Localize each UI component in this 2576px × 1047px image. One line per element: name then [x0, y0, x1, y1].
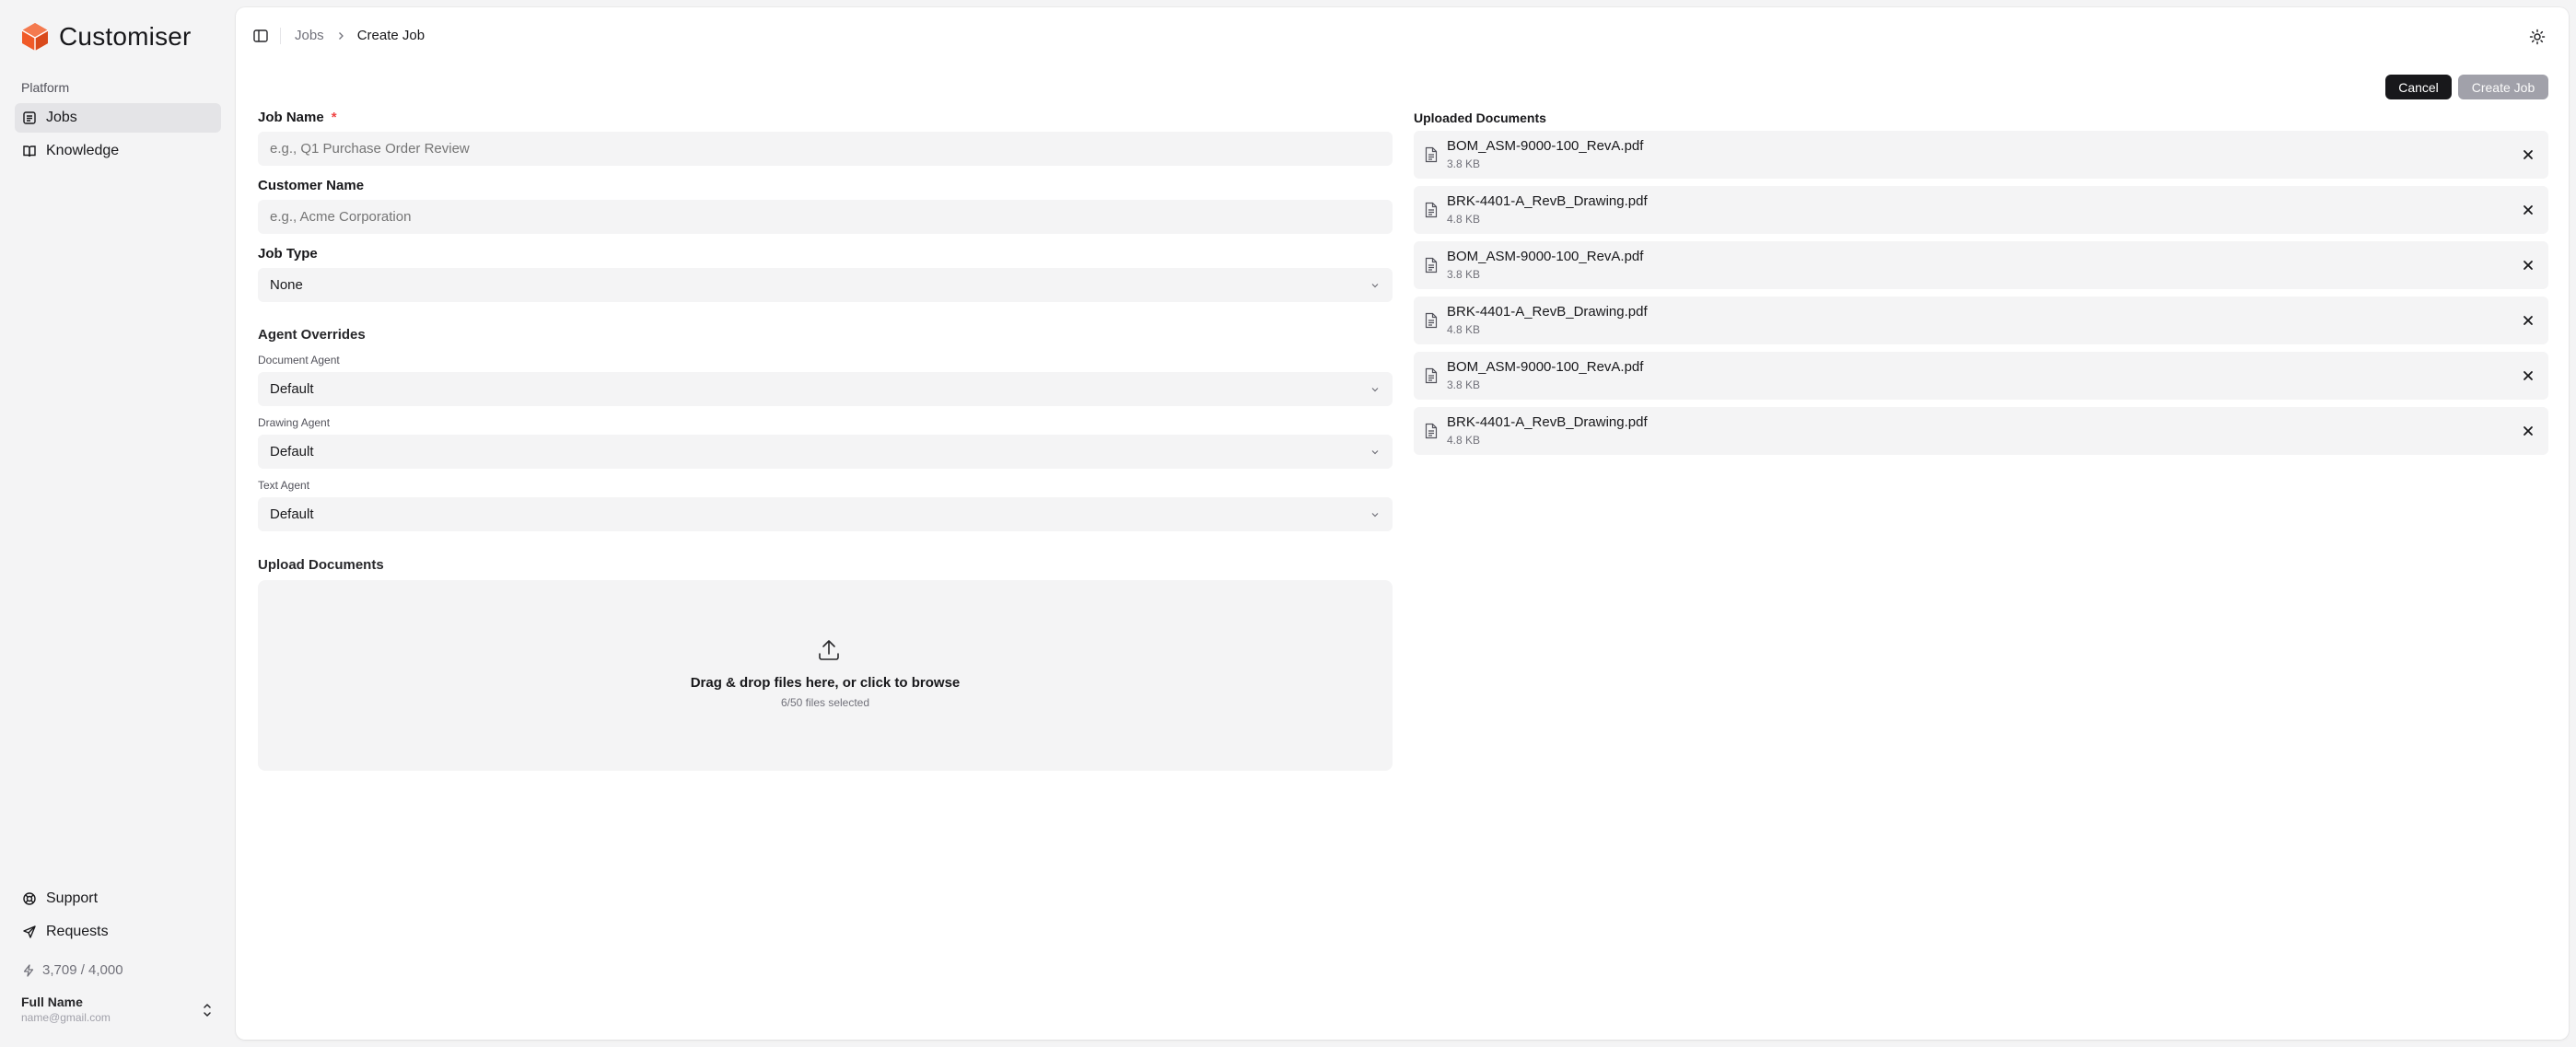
- brand[interactable]: Customiser: [20, 22, 192, 52]
- uploaded-documents-title: Uploaded Documents: [1414, 111, 1546, 125]
- file-size: 3.8 KB: [1447, 378, 1481, 391]
- create-job-button[interactable]: Create Job: [2458, 75, 2548, 99]
- upload-prompt: Drag & drop files here, or click to brow…: [690, 675, 961, 691]
- file-name: BRK-4401-A_RevB_Drawing.pdf: [1447, 304, 1648, 320]
- file-size: 4.8 KB: [1447, 213, 1481, 226]
- sidebar-item-knowledge[interactable]: Knowledge: [15, 136, 221, 166]
- job-type-select[interactable]: None: [258, 268, 1393, 302]
- sun-icon[interactable]: [2528, 28, 2547, 46]
- lifebuoy-icon: [23, 892, 36, 905]
- uploaded-file-item: BOM_ASM-9000-100_RevA.pdf 3.8 KB: [1414, 241, 2548, 289]
- book-icon: [23, 145, 36, 157]
- close-icon[interactable]: [2521, 203, 2535, 217]
- sidebar-item-label: Requests: [46, 924, 109, 939]
- chevron-down-icon: [1371, 513, 1379, 518]
- text-agent-select[interactable]: Default: [258, 497, 1393, 531]
- file-name: BOM_ASM-9000-100_RevA.pdf: [1447, 138, 1644, 154]
- list-icon: [23, 111, 36, 124]
- send-icon: [23, 925, 36, 938]
- chevron-down-icon: [1371, 450, 1379, 455]
- close-icon[interactable]: [2521, 147, 2535, 162]
- file-icon: [1425, 257, 1438, 273]
- file-size: 3.8 KB: [1447, 157, 1481, 170]
- agent-overrides-title: Agent Overrides: [258, 327, 366, 343]
- uploaded-file-item: BOM_ASM-9000-100_RevA.pdf 3.8 KB: [1414, 131, 2548, 179]
- file-name: BRK-4401-A_RevB_Drawing.pdf: [1447, 414, 1648, 430]
- sidebar-item-label: Support: [46, 890, 99, 906]
- job-name-input[interactable]: [258, 132, 1393, 166]
- customer-name-label: Customer Name: [258, 178, 365, 193]
- chevrons-up-down-icon[interactable]: [200, 1002, 215, 1018]
- document-agent-select[interactable]: Default: [258, 372, 1393, 406]
- drawing-agent-value: Default: [270, 444, 314, 460]
- divider: [280, 28, 281, 44]
- app-name: Customiser: [59, 22, 192, 51]
- text-agent-label: Text Agent: [258, 479, 310, 492]
- file-size: 4.8 KB: [1447, 434, 1481, 447]
- upload-documents-title: Upload Documents: [258, 557, 384, 573]
- breadcrumb-current: Create Job: [356, 28, 425, 43]
- sidebar: Customiser Platform Jobs Knowledge Suppo…: [0, 0, 236, 1047]
- required-marker: *: [331, 110, 337, 125]
- uploaded-file-item: BRK-4401-A_RevB_Drawing.pdf 4.8 KB: [1414, 297, 2548, 344]
- file-icon: [1425, 423, 1438, 439]
- document-agent-value: Default: [270, 381, 314, 397]
- lightning-icon: [23, 963, 34, 977]
- job-type-value: None: [270, 277, 303, 293]
- close-icon[interactable]: [2521, 368, 2535, 383]
- file-icon: [1425, 146, 1438, 163]
- job-name-label: Job Name *: [258, 110, 337, 125]
- customer-name-input[interactable]: [258, 200, 1393, 234]
- file-icon: [1425, 202, 1438, 218]
- drawing-agent-select[interactable]: Default: [258, 435, 1393, 469]
- job-type-label: Job Type: [258, 246, 318, 262]
- sidebar-item-label: Knowledge: [46, 143, 120, 158]
- sidebar-toggle-icon[interactable]: [252, 28, 269, 44]
- file-size: 4.8 KB: [1447, 323, 1481, 336]
- brand-logo-icon: [21, 23, 49, 51]
- file-name: BOM_ASM-9000-100_RevA.pdf: [1447, 359, 1644, 375]
- main-panel: Jobs Create Job Cancel Create Job Job Na…: [236, 7, 2569, 1040]
- sidebar-item-support[interactable]: Support: [15, 884, 221, 913]
- file-name: BOM_ASM-9000-100_RevA.pdf: [1447, 249, 1644, 264]
- user-menu[interactable]: Full Name name@gmail.com: [21, 995, 215, 1024]
- close-icon[interactable]: [2521, 424, 2535, 438]
- upload-dropzone[interactable]: Drag & drop files here, or click to brow…: [258, 580, 1393, 771]
- chevron-down-icon: [1371, 284, 1379, 288]
- file-icon: [1425, 367, 1438, 384]
- credits-usage: 3,709 / 4,000: [22, 962, 123, 978]
- sidebar-item-label: Jobs: [46, 110, 77, 125]
- sidebar-section-label: Platform: [21, 80, 70, 95]
- credits-text: 3,709 / 4,000: [42, 962, 123, 978]
- topbar: Jobs Create Job: [236, 7, 2569, 66]
- file-icon: [1425, 312, 1438, 329]
- document-agent-label: Document Agent: [258, 354, 340, 366]
- cancel-button[interactable]: Cancel: [2385, 75, 2452, 99]
- file-name: BRK-4401-A_RevB_Drawing.pdf: [1447, 193, 1648, 209]
- breadcrumb: Jobs Create Job: [295, 28, 425, 43]
- upload-icon: [819, 640, 839, 660]
- uploaded-file-item: BOM_ASM-9000-100_RevA.pdf 3.8 KB: [1414, 352, 2548, 400]
- breadcrumb-jobs-link[interactable]: Jobs: [295, 28, 324, 43]
- uploaded-file-item: BRK-4401-A_RevB_Drawing.pdf 4.8 KB: [1414, 186, 2548, 234]
- close-icon[interactable]: [2521, 258, 2535, 273]
- text-agent-value: Default: [270, 506, 314, 522]
- close-icon[interactable]: [2521, 313, 2535, 328]
- uploaded-file-item: BRK-4401-A_RevB_Drawing.pdf 4.8 KB: [1414, 407, 2548, 455]
- drawing-agent-label: Drawing Agent: [258, 416, 331, 429]
- upload-file-count: 6/50 files selected: [780, 696, 870, 709]
- sidebar-item-jobs[interactable]: Jobs: [15, 103, 221, 133]
- chevron-right-icon: [338, 31, 344, 40]
- chevron-down-icon: [1371, 388, 1379, 392]
- user-name: Full Name: [21, 995, 83, 1009]
- file-size: 3.8 KB: [1447, 268, 1481, 281]
- sidebar-item-requests[interactable]: Requests: [15, 917, 221, 947]
- user-email: name@gmail.com: [21, 1011, 111, 1024]
- job-name-label-text: Job Name: [258, 110, 324, 125]
